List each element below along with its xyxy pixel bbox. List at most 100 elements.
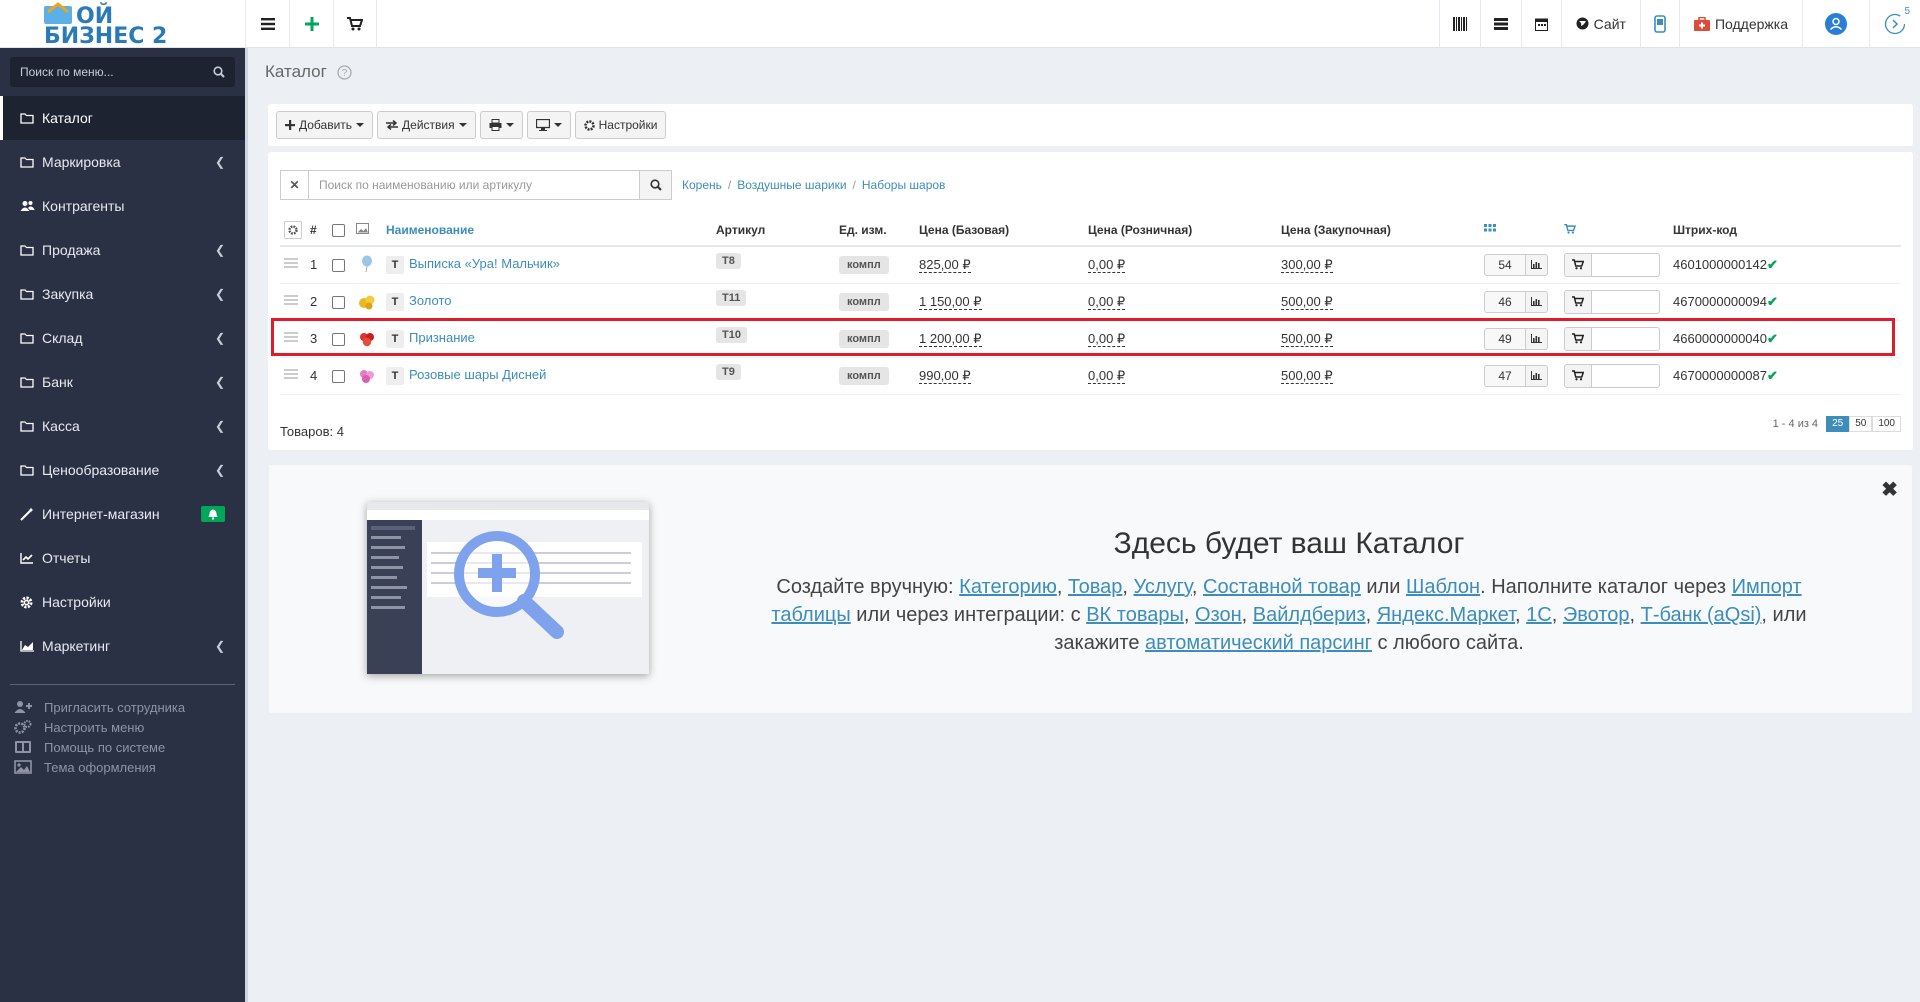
sidebar-item-online-store[interactable]: Интернет-магазин — [0, 492, 245, 536]
app-logo[interactable]: ОЙ БИЗНЕС 2 — [0, 0, 245, 48]
product-name-link[interactable]: Розовые шары Дисней — [409, 367, 546, 382]
create-service-link[interactable]: Услугу — [1134, 576, 1192, 598]
catalog-search-input[interactable] — [308, 170, 640, 200]
select-all-header[interactable] — [328, 214, 352, 247]
cart-quantity-input[interactable] — [1592, 326, 1660, 351]
price-retail-editable[interactable]: 0,00 ₽ — [1088, 293, 1126, 310]
row-checkbox[interactable] — [332, 296, 345, 310]
cashbox-button[interactable] — [1479, 0, 1521, 48]
stock-quantity[interactable]: 49 — [1484, 327, 1526, 350]
product-thumbnail[interactable] — [356, 328, 378, 350]
breadcrumb-root[interactable]: Корень — [682, 178, 722, 192]
price-purchase-editable[interactable]: 500,00 ₽ — [1281, 367, 1333, 384]
table-row[interactable]: 1 Т Выписка «Ура! Мальчик» Т8 компл 825,0… — [280, 246, 1901, 284]
row-checkbox[interactable] — [332, 370, 345, 384]
stock-chart-button[interactable] — [1526, 290, 1548, 313]
price-base-editable[interactable]: 990,00 ₽ — [919, 367, 971, 384]
vk-integration-link[interactable]: ВК товары — [1086, 604, 1184, 626]
tbank-integration-link[interactable]: Т-банк (aQsi) — [1641, 604, 1762, 626]
column-settings-header[interactable] — [280, 214, 306, 247]
product-thumbnail[interactable] — [356, 253, 378, 275]
close-icon[interactable]: ✖ — [1881, 477, 1898, 502]
breadcrumb-balloons[interactable]: Воздушные шарики — [737, 178, 846, 192]
cart-quantity-input[interactable] — [1592, 252, 1660, 277]
price-retail-editable[interactable]: 0,00 ₽ — [1088, 367, 1126, 384]
product-thumbnail[interactable] — [356, 365, 378, 387]
user-menu-button[interactable] — [1802, 0, 1869, 48]
product-name-link[interactable]: Признание — [409, 330, 475, 345]
notifications-button[interactable]: 5 — [1869, 0, 1920, 48]
display-button[interactable] — [526, 111, 571, 139]
row-checkbox[interactable] — [332, 259, 345, 273]
create-template-link[interactable]: Шаблон — [1406, 576, 1480, 598]
stock-quantity[interactable]: 54 — [1484, 253, 1526, 276]
stock-chart-button[interactable] — [1526, 364, 1548, 387]
add-button[interactable]: Добавить — [276, 111, 374, 139]
stock-quantity[interactable]: 47 — [1484, 364, 1526, 387]
drag-handle-icon[interactable] — [284, 293, 298, 307]
product-thumbnail[interactable] — [356, 291, 378, 313]
drag-handle-icon[interactable] — [284, 367, 298, 381]
create-product-link[interactable]: Товар — [1068, 576, 1122, 598]
support-button[interactable]: Поддержка — [1678, 0, 1802, 48]
theme-link[interactable]: Тема оформления — [14, 757, 245, 777]
sidebar-item-settings[interactable]: Настройки — [0, 580, 245, 624]
sidebar-item-purchase[interactable]: Закупка ❮ — [0, 272, 245, 316]
price-purchase-editable[interactable]: 500,00 ₽ — [1281, 293, 1333, 310]
auto-parsing-link[interactable]: автоматический парсинг — [1145, 632, 1372, 654]
stock-chart-button[interactable] — [1526, 253, 1548, 276]
sidebar-item-catalog[interactable]: Каталог — [0, 96, 245, 140]
clear-search-button[interactable]: ✕ — [280, 170, 308, 200]
price-purchase-editable[interactable]: 500,00 ₽ — [1281, 330, 1333, 347]
search-icon[interactable] — [213, 66, 225, 78]
sidebar-item-cash[interactable]: Касса ❮ — [0, 404, 245, 448]
sidebar-item-warehouse[interactable]: Склад ❮ — [0, 316, 245, 360]
ozon-integration-link[interactable]: Озон — [1195, 604, 1242, 626]
stock-chart-button[interactable] — [1526, 327, 1548, 350]
invite-employee-link[interactable]: Пригласить сотрудника — [14, 697, 245, 717]
catalog-search-button[interactable] — [640, 170, 672, 200]
sidebar-item-marking[interactable]: Маркировка ❮ — [0, 140, 245, 184]
site-button[interactable]: Сайт — [1560, 0, 1640, 48]
calendar-button[interactable] — [1520, 0, 1561, 48]
table-row[interactable]: 3 Т Признание Т10 компл 1 200,00 ₽ 0,00 ₽… — [280, 320, 1901, 358]
product-name-link[interactable]: Золото — [409, 293, 452, 308]
drag-handle-icon[interactable] — [284, 330, 298, 344]
sidebar-item-pricing[interactable]: Ценообразование ❮ — [0, 448, 245, 492]
price-retail-editable[interactable]: 0,00 ₽ — [1088, 256, 1126, 273]
page-size-50-button[interactable]: 50 — [1849, 416, 1873, 432]
add-to-cart-button[interactable] — [1564, 326, 1592, 351]
1c-integration-link[interactable]: 1С — [1526, 604, 1552, 626]
column-name-header[interactable]: Наименование — [382, 214, 712, 247]
add-to-cart-button[interactable] — [1564, 289, 1592, 314]
row-checkbox[interactable] — [332, 333, 345, 347]
cart-quantity-input[interactable] — [1592, 289, 1660, 314]
cart-button[interactable] — [333, 0, 377, 48]
sidebar-item-sales[interactable]: Продажа ❮ — [0, 228, 245, 272]
sidebar-item-reports[interactable]: Отчеты — [0, 536, 245, 580]
actions-button[interactable]: Действия — [377, 111, 476, 139]
sidebar-item-bank[interactable]: Банк ❮ — [0, 360, 245, 404]
product-name-link[interactable]: Выписка «Ура! Мальчик» — [409, 256, 560, 271]
evotor-integration-link[interactable]: Эвотор — [1563, 604, 1630, 626]
quick-add-button[interactable] — [289, 0, 333, 48]
settings-button[interactable]: Настройки — [574, 111, 667, 139]
add-to-cart-button[interactable] — [1564, 252, 1592, 277]
configure-menu-link[interactable]: Настроить меню — [14, 717, 245, 737]
price-base-editable[interactable]: 825,00 ₽ — [919, 256, 971, 273]
price-base-editable[interactable]: 1 200,00 ₽ — [919, 330, 982, 347]
sidebar-search-input[interactable] — [20, 65, 213, 79]
system-help-link[interactable]: Помощь по системе — [14, 737, 245, 757]
barcode-button[interactable] — [1438, 0, 1480, 48]
select-all-checkbox[interactable] — [332, 223, 345, 237]
wildberries-integration-link[interactable]: Вайлдбериз — [1253, 604, 1366, 626]
price-base-editable[interactable]: 1 150,00 ₽ — [919, 293, 982, 310]
menu-toggle-button[interactable] — [245, 0, 289, 48]
create-category-link[interactable]: Категорию — [959, 576, 1057, 598]
add-to-cart-button[interactable] — [1564, 363, 1592, 388]
mobile-app-button[interactable] — [1639, 0, 1679, 48]
price-purchase-editable[interactable]: 300,00 ₽ — [1281, 256, 1333, 273]
price-retail-editable[interactable]: 0,00 ₽ — [1088, 330, 1126, 347]
sidebar-item-marketing[interactable]: Маркетинг ❮ — [0, 624, 245, 668]
create-composite-link[interactable]: Составной товар — [1203, 576, 1361, 598]
